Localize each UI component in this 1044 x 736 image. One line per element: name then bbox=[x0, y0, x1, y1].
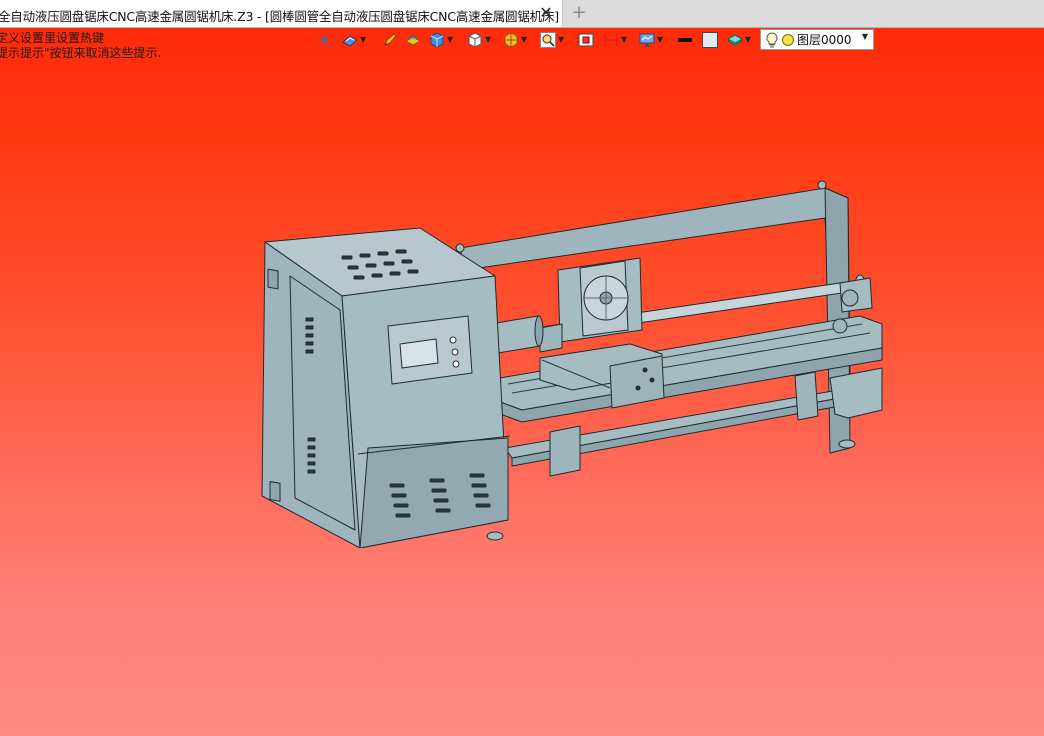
shaded-box-icon bbox=[405, 35, 421, 46]
cube-view-button[interactable]: ▼ bbox=[429, 29, 453, 51]
layer-on-icon[interactable] bbox=[781, 33, 795, 47]
chevron-down-icon: ▼ bbox=[360, 35, 367, 44]
3d-viewport[interactable]: 定义设置里设置热键 提示提示"按钮来取消这些提示. ▼ ▼ ▼ ▼ ▼ ▼ ▼ … bbox=[0, 28, 1044, 736]
pen-icon bbox=[384, 33, 397, 46]
line-color-icon bbox=[678, 38, 692, 42]
fill-color-icon bbox=[702, 32, 718, 48]
section-button[interactable]: ▼ bbox=[503, 29, 527, 51]
zoom-icon bbox=[540, 32, 556, 48]
view-orient-button[interactable]: ▼ bbox=[342, 29, 366, 51]
document-tab-title: 全自动液压圆盘锯床CNC高速金属圆锯机床.Z3 - [圆棒圆管全自动液压圆盘锯床… bbox=[0, 9, 559, 24]
pen-button[interactable] bbox=[382, 29, 398, 51]
cnc-saw-model[interactable] bbox=[250, 148, 890, 548]
view-orient-icon bbox=[342, 35, 358, 47]
layer-stack-button[interactable]: ▼ bbox=[727, 29, 751, 51]
layer-select[interactable]: 图层0000 ▼ bbox=[760, 29, 874, 50]
hint-line-1: 定义设置里设置热键 bbox=[0, 31, 105, 45]
display-button[interactable]: ▼ bbox=[639, 29, 663, 51]
document-tab[interactable]: 全自动液压圆盘锯床CNC高速金属圆锯机床.Z3 - [圆棒圆管全自动液压圆盘锯床… bbox=[0, 0, 563, 27]
exit-icon bbox=[319, 33, 333, 47]
close-icon[interactable]: ✕ bbox=[537, 3, 555, 23]
layer-stack-icon bbox=[727, 34, 743, 46]
chevron-down-icon: ▼ bbox=[657, 35, 664, 44]
line-color-button[interactable] bbox=[677, 29, 693, 51]
dimension-button[interactable]: ▼ bbox=[603, 29, 627, 51]
shaded-box-button[interactable] bbox=[405, 29, 421, 51]
chevron-down-icon: ▼ bbox=[521, 35, 528, 44]
chevron-down-icon: ▼ bbox=[485, 35, 492, 44]
plus-icon[interactable]: + bbox=[569, 2, 589, 24]
fit-icon bbox=[578, 33, 594, 47]
cube-view-icon bbox=[430, 32, 444, 48]
hint-line-2: 提示提示"按钮来取消这些提示. bbox=[0, 46, 162, 60]
view-toolbar: ▼ ▼ ▼ ▼ ▼ ▼ ▼ ▼ 图层0000 ▼ bbox=[316, 29, 876, 51]
cube-outline-button[interactable]: ▼ bbox=[467, 29, 491, 51]
chevron-down-icon: ▼ bbox=[621, 35, 628, 44]
zoom-button[interactable]: ▼ bbox=[540, 29, 564, 51]
section-icon bbox=[504, 33, 518, 47]
exit-button[interactable] bbox=[318, 29, 334, 51]
chevron-down-icon: ▼ bbox=[558, 35, 565, 44]
hint-text: 定义设置里设置热键 提示提示"按钮来取消这些提示. bbox=[0, 31, 161, 61]
dimension-icon bbox=[604, 33, 618, 47]
tab-bar: 全自动液压圆盘锯床CNC高速金属圆锯机床.Z3 - [圆棒圆管全自动液压圆盘锯床… bbox=[0, 0, 1044, 28]
fill-color-button[interactable] bbox=[702, 29, 718, 51]
fit-button[interactable] bbox=[578, 29, 594, 51]
cube-outline-icon bbox=[468, 32, 482, 48]
chevron-down-icon: ▼ bbox=[745, 35, 752, 44]
chevron-down-icon: ▼ bbox=[861, 32, 868, 41]
display-icon bbox=[639, 33, 655, 47]
layer-name: 图层0000 bbox=[797, 33, 852, 47]
chevron-down-icon: ▼ bbox=[447, 35, 454, 44]
lightbulb-icon[interactable] bbox=[765, 31, 779, 48]
